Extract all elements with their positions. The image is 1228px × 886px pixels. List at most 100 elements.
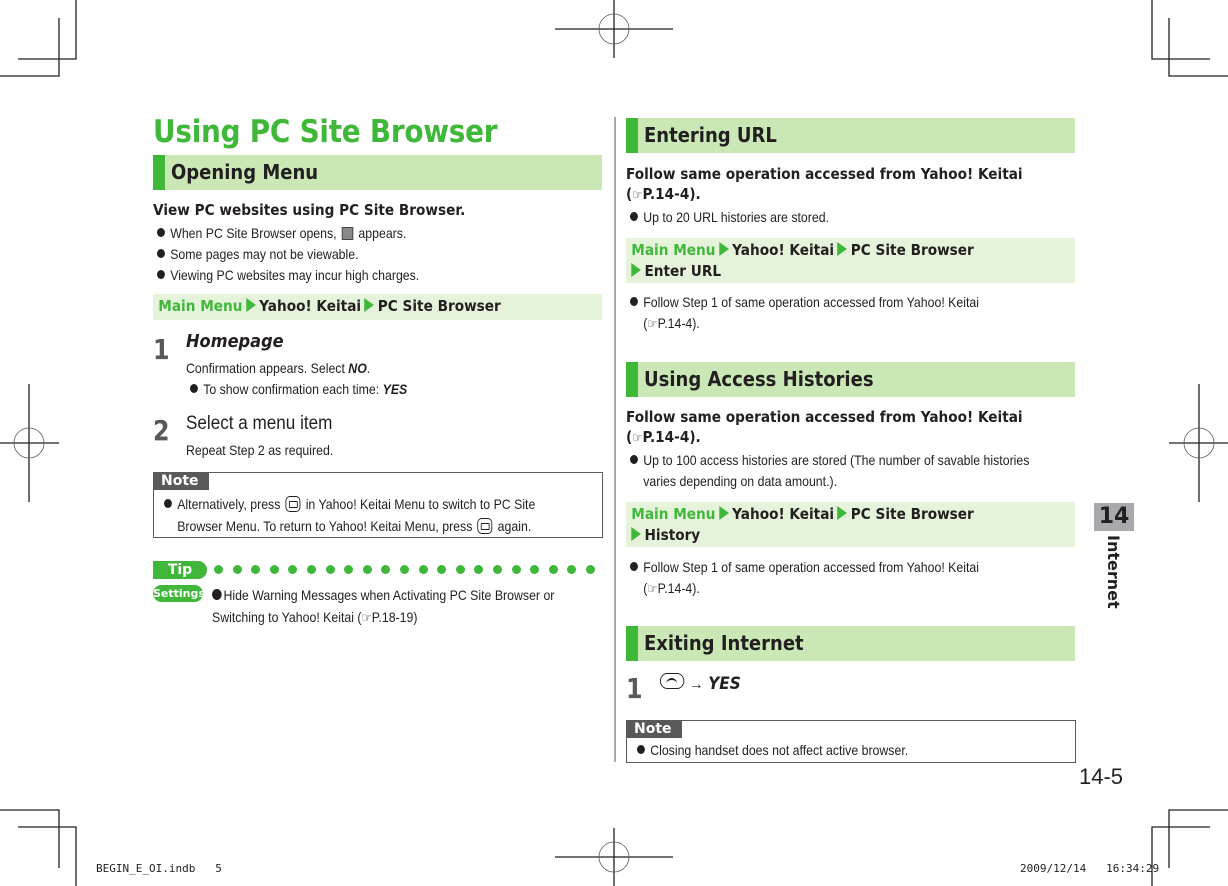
- tip-label: Tip: [153, 561, 207, 579]
- step-text: Confirmation appears. Select NO.: [186, 360, 371, 376]
- crop-mark-top-right-inner: [1168, 18, 1228, 77]
- tip-dot: [288, 565, 298, 574]
- registration-circle-top: [598, 13, 630, 45]
- note-label: Note: [626, 720, 682, 738]
- bullet-dot-icon: [190, 384, 198, 393]
- bullet-dot-icon: [164, 499, 172, 508]
- bullet-dot-icon: [630, 212, 638, 221]
- menu-path: Main Menu Yahoo! Keitai PC Site Browser En…: [626, 238, 1075, 283]
- menu-path-item: History: [644, 526, 701, 544]
- note-text: Alternatively, press in Yahoo! Keitai Me…: [164, 493, 535, 537]
- crop-mark-bottom-right-inner: [1151, 826, 1210, 886]
- page-reference-link[interactable]: P.14-4: [658, 315, 693, 331]
- reference-icon: ☞: [647, 581, 658, 596]
- triangle-right-icon: [837, 506, 848, 520]
- registration-mark-top: [555, 0, 673, 58]
- section-header-access-histories: Using Access Histories: [626, 362, 1075, 397]
- bullet-dot-icon: [157, 270, 165, 279]
- menu-path-item: Yahoo! Keitai: [259, 297, 362, 315]
- entering-url-lead: Follow same operation accessed from Yaho…: [626, 165, 1023, 203]
- bullet-dot-icon: [157, 249, 165, 258]
- crop-mark-bottom-left-inner: [18, 826, 77, 886]
- tip-dot: [251, 565, 261, 574]
- registration-mark-left: [0, 384, 59, 502]
- tip-dot: [214, 565, 223, 574]
- tip-dotted-rule: [214, 565, 606, 575]
- step-title: Homepage: [186, 331, 284, 352]
- bullet-item: Some pages may not be viewable.: [157, 244, 359, 265]
- triangle-right-icon: [364, 298, 375, 312]
- tip-dot: [493, 565, 502, 574]
- exit-step-instruction: → YES: [660, 673, 741, 695]
- tip-dot: [437, 565, 447, 574]
- crop-mark-top-left: [18, 0, 77, 60]
- slug-timestamp: 2009/12/14 16:34:29: [1020, 862, 1160, 875]
- tip-dot: [418, 565, 428, 574]
- menu-path-item: PC Site Browser: [377, 297, 501, 315]
- section-header-entering-url: Entering URL: [626, 118, 1075, 153]
- crop-mark-top-left-inner: [0, 18, 60, 77]
- menu-path-start: Main Menu: [631, 505, 716, 523]
- menu-path-item: Enter URL: [644, 262, 722, 280]
- tip-dot: [344, 565, 354, 574]
- arrow-right-icon: →: [689, 676, 704, 693]
- step-title: Select a menu item: [186, 413, 333, 434]
- tip-dot: [232, 565, 242, 574]
- bullet-dot-icon: [630, 455, 638, 464]
- tip-dot: [548, 565, 558, 574]
- note-text: Closing handset does not affect active b…: [637, 739, 908, 761]
- section-heading: Opening Menu: [171, 160, 319, 184]
- mail-key-icon: [477, 518, 493, 534]
- column-divider: [614, 117, 616, 762]
- step-number: 1: [153, 333, 170, 366]
- bullet-item: Follow Step 1 of same operation accessed…: [630, 557, 979, 599]
- tip-dot: [567, 565, 577, 574]
- step-number: 2: [153, 414, 170, 447]
- page-reference-link[interactable]: P.14-4: [643, 185, 690, 203]
- tip-dot: [474, 565, 484, 574]
- mail-key-icon: [285, 496, 301, 512]
- bullet-dot-icon: [212, 589, 222, 600]
- section-heading: Entering URL: [644, 123, 777, 147]
- tip-dot: [307, 565, 316, 574]
- tip-text: Hide Warning Messages when Activating PC…: [212, 587, 555, 625]
- tip-dot: [362, 565, 372, 574]
- menu-path-start: Main Menu: [631, 241, 716, 259]
- tip-dot: [455, 565, 465, 574]
- crop-mark-top-right: [1151, 0, 1210, 60]
- slug-filename: BEGIN_E_OI.indb 5: [96, 862, 222, 875]
- reference-icon: ☞: [632, 431, 643, 446]
- pc-site-browser-icon: [341, 227, 354, 240]
- bullet-item: Up to 20 URL histories are stored.: [630, 207, 829, 228]
- bullet-dot-icon: [637, 745, 645, 754]
- note-label: Note: [153, 472, 209, 490]
- bullet-item: Viewing PC websites may incur high charg…: [157, 265, 419, 286]
- reference-icon: ☞: [632, 188, 643, 203]
- menu-path-item: Yahoo! Keitai: [732, 241, 835, 259]
- step-subbullet: To show confirmation each time: YES: [190, 379, 407, 400]
- page-reference-link[interactable]: P.18-19: [372, 609, 414, 625]
- chapter-number-tab: 14: [1094, 503, 1134, 531]
- access-histories-lead: Follow same operation accessed from Yaho…: [626, 408, 1023, 446]
- triangle-right-icon: [631, 527, 641, 541]
- registration-mark-bottom: [555, 828, 673, 886]
- bullet-item: Follow Step 1 of same operation accessed…: [630, 292, 979, 334]
- registration-circle-left: [13, 427, 45, 459]
- tip-dot: [269, 565, 279, 574]
- triangle-right-icon: [718, 506, 729, 520]
- step-text: Repeat Step 2 as required.: [186, 442, 334, 458]
- tip-dot: [381, 565, 391, 574]
- section-header-exiting-internet: Exiting Internet: [626, 626, 1075, 661]
- reference-icon: ☞: [361, 610, 372, 625]
- bullet-dot-icon: [630, 562, 638, 571]
- step-number: 1: [626, 672, 643, 705]
- section-header-opening-menu: Opening Menu: [153, 155, 602, 190]
- page-number: 14-5: [1079, 764, 1124, 789]
- registration-mark-right: [1169, 384, 1228, 502]
- triangle-right-icon: [837, 242, 848, 256]
- menu-path-item: PC Site Browser: [850, 505, 974, 523]
- tip-dot: [325, 565, 335, 574]
- tip-dot: [400, 565, 409, 574]
- page-reference-link[interactable]: P.14-4: [658, 580, 693, 596]
- page-reference-link[interactable]: P.14-4: [643, 428, 690, 446]
